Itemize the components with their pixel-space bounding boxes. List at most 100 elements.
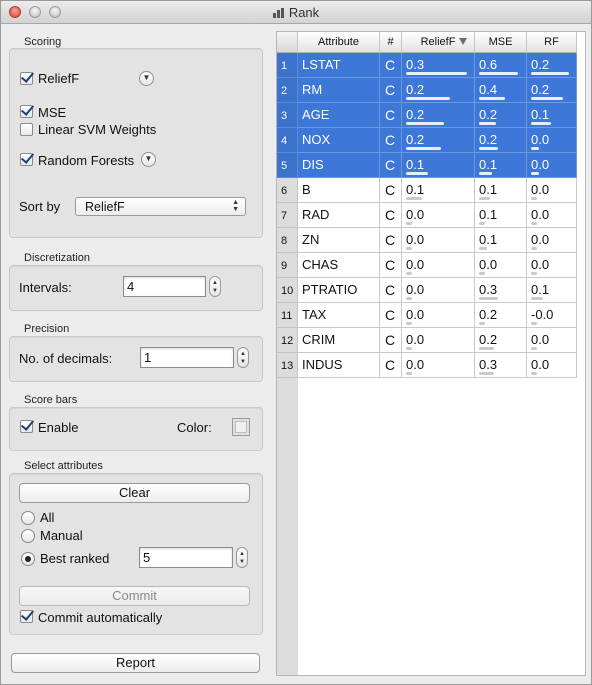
cell-attr[interactable]: ZN xyxy=(298,228,380,253)
row-number[interactable]: 2 xyxy=(277,78,298,103)
report-button[interactable]: Report xyxy=(11,653,260,673)
row-number[interactable]: 4 xyxy=(277,128,298,153)
table-row[interactable]: 2 RM C 0.2 0.4 0.2 xyxy=(277,78,577,103)
attribute-ranking-table[interactable]: Attribute # ReliefF MSE RF 1 LSTAT C 0.3 0.6… xyxy=(276,31,586,676)
table-row[interactable]: 12 CRIM C 0.0 0.2 0.0 xyxy=(277,328,577,353)
row-number[interactable]: 9 xyxy=(277,253,298,278)
cell-rf[interactable]: 0.2 xyxy=(527,78,577,103)
cell-type[interactable]: C xyxy=(380,203,402,228)
column-header-rf[interactable]: RF xyxy=(527,32,577,53)
cell-attr[interactable]: B xyxy=(298,178,380,203)
decimals-stepper[interactable]: ▲ ▼ xyxy=(237,347,249,368)
relieff-options-chevron-icon[interactable]: ▼ xyxy=(139,71,154,86)
table-row[interactable]: 3 AGE C 0.2 0.2 0.1 xyxy=(277,103,577,128)
row-number[interactable]: 1 xyxy=(277,53,298,78)
manual-radio[interactable] xyxy=(21,529,35,543)
title-bar[interactable]: Rank xyxy=(1,1,591,24)
table-row[interactable]: 1 LSTAT C 0.3 0.6 0.2 xyxy=(277,53,577,78)
cell-relieff[interactable]: 0.2 xyxy=(402,103,475,128)
cell-attr[interactable]: INDUS xyxy=(298,353,380,378)
table-row[interactable]: 6 B C 0.1 0.1 0.0 xyxy=(277,178,577,203)
cell-relieff[interactable]: 0.0 xyxy=(402,353,475,378)
cell-attr[interactable]: CRIM xyxy=(298,328,380,353)
intervals-input[interactable]: 4 xyxy=(123,276,206,297)
cell-mse[interactable]: 0.6 xyxy=(475,53,527,78)
cell-relieff[interactable]: 0.0 xyxy=(402,328,475,353)
row-number[interactable]: 3 xyxy=(277,103,298,128)
linear-svm-checkbox[interactable] xyxy=(20,123,33,136)
cell-relieff[interactable]: 0.2 xyxy=(402,128,475,153)
cell-type[interactable]: C xyxy=(380,228,402,253)
cell-relieff[interactable]: 0.0 xyxy=(402,253,475,278)
cell-mse[interactable]: 0.0 xyxy=(475,253,527,278)
cell-mse[interactable]: 0.1 xyxy=(475,178,527,203)
column-header-type[interactable]: # xyxy=(380,32,402,53)
cell-relieff[interactable]: 0.1 xyxy=(402,178,475,203)
cell-relieff[interactable]: 0.3 xyxy=(402,53,475,78)
cell-type[interactable]: C xyxy=(380,153,402,178)
table-row[interactable]: 13 INDUS C 0.0 0.3 0.0 xyxy=(277,353,577,378)
table-row[interactable]: 5 DIS C 0.1 0.1 0.0 xyxy=(277,153,577,178)
best-ranked-radio[interactable] xyxy=(21,552,35,566)
cell-attr[interactable]: CHAS xyxy=(298,253,380,278)
cell-attr[interactable]: LSTAT xyxy=(298,53,380,78)
cell-mse[interactable]: 0.1 xyxy=(475,203,527,228)
cell-attr[interactable]: DIS xyxy=(298,153,380,178)
cell-type[interactable]: C xyxy=(380,178,402,203)
cell-rf[interactable]: 0.0 xyxy=(527,328,577,353)
cell-type[interactable]: C xyxy=(380,103,402,128)
cell-relieff[interactable]: 0.0 xyxy=(402,303,475,328)
cell-mse[interactable]: 0.1 xyxy=(475,228,527,253)
cell-rf[interactable]: 0.1 xyxy=(527,278,577,303)
cell-relieff[interactable]: 0.1 xyxy=(402,153,475,178)
cell-relieff[interactable]: 0.0 xyxy=(402,228,475,253)
cell-attr[interactable]: AGE xyxy=(298,103,380,128)
color-picker-button[interactable] xyxy=(232,418,250,436)
table-row[interactable]: 11 TAX C 0.0 0.2 -0.0 xyxy=(277,303,577,328)
row-number[interactable]: 5 xyxy=(277,153,298,178)
commit-button[interactable]: Commit xyxy=(19,586,250,606)
cell-type[interactable]: C xyxy=(380,303,402,328)
commit-automatically-checkbox[interactable] xyxy=(20,610,33,623)
cell-type[interactable]: C xyxy=(380,253,402,278)
cell-rf[interactable]: 0.0 xyxy=(527,153,577,178)
sort-by-dropdown[interactable]: ReliefF ▲ ▼ xyxy=(75,197,246,216)
decimals-input[interactable]: 1 xyxy=(140,347,234,368)
cell-attr[interactable]: RAD xyxy=(298,203,380,228)
best-ranked-stepper[interactable]: ▲ ▼ xyxy=(236,547,248,568)
cell-attr[interactable]: RM xyxy=(298,78,380,103)
table-row[interactable]: 9 CHAS C 0.0 0.0 0.0 xyxy=(277,253,577,278)
cell-attr[interactable]: PTRATIO xyxy=(298,278,380,303)
cell-attr[interactable]: NOX xyxy=(298,128,380,153)
cell-rf[interactable]: 0.1 xyxy=(527,103,577,128)
mse-checkbox[interactable] xyxy=(20,105,33,118)
cell-type[interactable]: C xyxy=(380,78,402,103)
cell-relieff[interactable]: 0.0 xyxy=(402,278,475,303)
cell-relieff[interactable]: 0.0 xyxy=(402,203,475,228)
table-row[interactable]: 7 RAD C 0.0 0.1 0.0 xyxy=(277,203,577,228)
random-forests-options-chevron-icon[interactable]: ▼ xyxy=(141,152,156,167)
cell-rf[interactable]: 0.0 xyxy=(527,203,577,228)
row-number[interactable]: 12 xyxy=(277,328,298,353)
cell-type[interactable]: C xyxy=(380,278,402,303)
cell-rf[interactable]: 0.2 xyxy=(527,53,577,78)
cell-mse[interactable]: 0.2 xyxy=(475,103,527,128)
column-header-relieff[interactable]: ReliefF xyxy=(402,32,475,53)
table-row[interactable]: 4 NOX C 0.2 0.2 0.0 xyxy=(277,128,577,153)
column-header-mse[interactable]: MSE xyxy=(475,32,527,53)
cell-mse[interactable]: 0.2 xyxy=(475,128,527,153)
table-row[interactable]: 8 ZN C 0.0 0.1 0.0 xyxy=(277,228,577,253)
row-number[interactable]: 6 xyxy=(277,178,298,203)
cell-rf[interactable]: 0.0 xyxy=(527,253,577,278)
cell-mse[interactable]: 0.3 xyxy=(475,278,527,303)
cell-mse[interactable]: 0.1 xyxy=(475,153,527,178)
clear-button[interactable]: Clear xyxy=(19,483,250,503)
table-corner[interactable] xyxy=(277,32,298,53)
cell-mse[interactable]: 0.4 xyxy=(475,78,527,103)
row-number[interactable]: 10 xyxy=(277,278,298,303)
cell-rf[interactable]: 0.0 xyxy=(527,128,577,153)
all-radio[interactable] xyxy=(21,511,35,525)
cell-type[interactable]: C xyxy=(380,328,402,353)
relieff-checkbox[interactable] xyxy=(20,72,33,85)
row-number[interactable]: 11 xyxy=(277,303,298,328)
